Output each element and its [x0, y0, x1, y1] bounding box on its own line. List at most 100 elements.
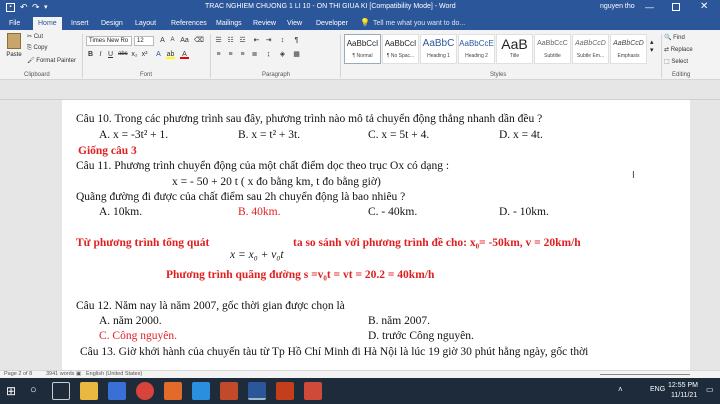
q11-option-b: B. 40km.	[238, 206, 281, 218]
proofing-icon[interactable]: ▣	[76, 371, 81, 377]
tab-developer[interactable]: Developer	[311, 17, 353, 30]
clear-format-icon[interactable]: ⌫	[194, 36, 204, 45]
clipboard-group-label: Clipboard	[24, 72, 50, 78]
style-subtitle[interactable]: AaBbCcC Subtitle	[534, 34, 571, 64]
superscript-icon[interactable]: x²	[140, 50, 149, 59]
powerpoint-icon[interactable]	[276, 382, 294, 400]
align-left-icon[interactable]: ≡	[214, 50, 223, 59]
same-as-note: Giống câu 3	[78, 145, 137, 157]
q12-option-b: B. năm 2007.	[368, 315, 430, 327]
start-icon[interactable]: ⊞	[6, 384, 16, 398]
q13-text: Câu 13. Giờ khởi hành của chuyến tàu từ …	[80, 346, 589, 358]
app-icon-9[interactable]	[304, 382, 322, 400]
tab-mailings[interactable]: Mailings	[211, 17, 247, 30]
italic-icon[interactable]: I	[96, 50, 105, 59]
subscript-icon[interactable]: x₂	[130, 50, 139, 59]
style-subtle-emphasis[interactable]: AaBbCcD Subtle Em...	[572, 34, 609, 64]
justify-icon[interactable]: ≣	[250, 50, 259, 59]
sort-icon[interactable]: ↕	[278, 36, 287, 45]
tab-layout[interactable]: Layout	[130, 17, 161, 30]
zalo-icon[interactable]	[192, 382, 210, 400]
minimize-icon[interactable]: —	[645, 2, 654, 12]
close-icon[interactable]: ✕	[700, 1, 708, 12]
explorer-icon[interactable]	[80, 382, 98, 400]
ribbon-home: Paste ✂ Cut ⎘ Copy 🖌 Format Painter Clip…	[0, 30, 720, 80]
style-heading-2[interactable]: AaBbCcE Heading 2	[458, 34, 495, 64]
redo-icon[interactable]: ↷	[32, 2, 40, 13]
styles-scroll-icon[interactable]: ▴ ▾	[650, 38, 654, 54]
clock-date[interactable]: 11/11/21	[671, 392, 697, 399]
user-name[interactable]: nguyen tho	[600, 3, 635, 10]
tell-me-search[interactable]: Tell me what you want to do...	[368, 17, 470, 30]
app-icon-2[interactable]	[108, 382, 126, 400]
show-marks-icon[interactable]: ¶	[292, 36, 301, 45]
ribbon-tabs: File Home Insert Design Layout Reference…	[0, 16, 720, 30]
qat-dropdown-icon[interactable]: ▾	[44, 3, 48, 11]
font-name-box[interactable]: Times New Ro	[86, 36, 132, 46]
increase-indent-icon[interactable]: ⇥	[264, 36, 273, 45]
undo-icon[interactable]: ↶	[20, 2, 28, 13]
maximize-icon[interactable]	[672, 3, 680, 11]
style-heading-1[interactable]: AaBbC Heading 1	[420, 34, 457, 64]
tab-view[interactable]: View	[282, 17, 307, 30]
text-effects-icon[interactable]: A	[154, 50, 163, 59]
language-status[interactable]: English (United States)	[86, 371, 142, 377]
chrome-icon[interactable]	[136, 382, 154, 400]
document-page[interactable]: Câu 10. Trong các phương trình sau đây, …	[62, 100, 690, 370]
replace-button[interactable]: ⇄ Replace	[664, 46, 693, 53]
highlight-icon[interactable]: ab	[166, 50, 175, 59]
font-group-label: Font	[140, 72, 153, 78]
style-normal[interactable]: AaBbCcI ¶ Normal	[344, 34, 381, 64]
paste-button[interactable]: Paste	[3, 33, 25, 67]
page-count[interactable]: Page 2 of 8	[4, 371, 32, 377]
bold-icon[interactable]: B	[86, 50, 95, 59]
shading-icon[interactable]: ◈	[278, 50, 287, 59]
style-no-spacing[interactable]: AaBbCcI ¶ No Spac...	[382, 34, 419, 64]
q11-equation: x = - 50 + 20 t ( x đo bằng km, t đo bằn…	[172, 176, 381, 188]
numbering-icon[interactable]: ☷	[226, 36, 235, 45]
shrink-font-icon[interactable]: A	[168, 36, 177, 45]
strikethrough-icon[interactable]: abc	[118, 50, 128, 59]
word-icon[interactable]	[248, 382, 266, 400]
underline-icon[interactable]: U	[106, 50, 115, 59]
style-emphasis[interactable]: AaBbCcD Emphasis	[610, 34, 647, 64]
decrease-indent-icon[interactable]: ⇤	[252, 36, 261, 45]
cut-button[interactable]: ✂ Cut	[27, 33, 43, 40]
clock-time[interactable]: 12:55 PM	[668, 382, 698, 389]
borders-icon[interactable]: ▦	[292, 50, 301, 59]
save-icon[interactable]: ▪	[6, 3, 15, 12]
align-right-icon[interactable]: ≡	[238, 50, 247, 59]
tab-file[interactable]: File	[4, 17, 25, 30]
select-button[interactable]: ⬚ Select	[664, 58, 688, 65]
word-count[interactable]: 3941 words	[46, 371, 74, 377]
q12-option-d: D. trước Công nguyên.	[368, 330, 474, 342]
tab-references[interactable]: References	[166, 17, 212, 30]
q10-option-b: B. x = t² + 3t.	[238, 129, 301, 141]
zoom-slider[interactable]	[600, 374, 690, 375]
line-spacing-icon[interactable]: ↨	[264, 50, 273, 59]
app-icon-4[interactable]	[164, 382, 182, 400]
app-icon-6[interactable]	[220, 382, 238, 400]
font-size-box[interactable]: 12	[134, 36, 154, 46]
tab-insert[interactable]: Insert	[66, 17, 94, 30]
tray-chevron-icon[interactable]: ˄	[618, 385, 623, 394]
align-center-icon[interactable]: ≡	[226, 50, 235, 59]
font-color-icon[interactable]: A	[180, 50, 189, 59]
search-icon[interactable]: ○	[30, 384, 37, 396]
grow-font-icon[interactable]: A	[158, 36, 167, 45]
q11-option-c: C. - 40km.	[368, 206, 418, 218]
notifications-icon[interactable]: ▭	[706, 385, 714, 394]
find-button[interactable]: 🔍 Find	[664, 34, 685, 41]
tab-home[interactable]: Home	[33, 17, 62, 30]
bullets-icon[interactable]: ☰	[214, 36, 223, 45]
styles-group-label: Styles	[490, 72, 507, 78]
multilevel-icon[interactable]: ☲	[238, 36, 247, 45]
copy-button[interactable]: ⎘ Copy	[27, 45, 47, 52]
tab-review[interactable]: Review	[248, 17, 281, 30]
tab-design[interactable]: Design	[96, 17, 128, 30]
language-indicator[interactable]: ENG	[650, 386, 665, 393]
change-case-icon[interactable]: Aa	[180, 36, 189, 45]
style-title[interactable]: AaB Title	[496, 34, 533, 64]
taskview-icon[interactable]	[52, 382, 70, 400]
format-painter-button[interactable]: 🖌 Format Painter	[27, 57, 76, 64]
